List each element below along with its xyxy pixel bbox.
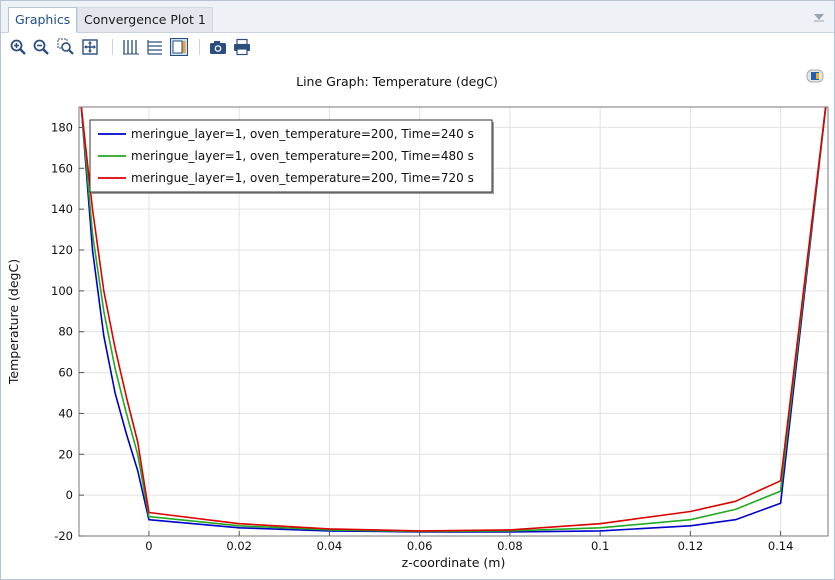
y-tick-label: 60: [58, 366, 73, 380]
y-axis-label: Temperature (degC): [6, 259, 21, 385]
y-tick-label: 180: [51, 120, 73, 134]
x-tick-label: 0.06: [407, 539, 433, 553]
tab-menu-chevron-icon[interactable]: [812, 11, 826, 23]
y-tick-label: 40: [58, 406, 73, 420]
toolbar-separator: [112, 39, 113, 55]
line-graph: Line Graph: Temperature (degC) 0 0.02 0.04…: [6, 69, 829, 570]
zoom-out-icon[interactable]: [32, 38, 50, 56]
y-tick-label: 120: [51, 243, 73, 257]
x-tick-label: 0.14: [768, 539, 794, 553]
y-tick-label: 80: [58, 325, 73, 339]
legend-entry: meringue_layer=1, oven_temperature=200, …: [131, 171, 474, 185]
camera-icon[interactable]: [209, 38, 227, 56]
zoom-in-icon[interactable]: [9, 38, 27, 56]
y-tick-label: -20: [54, 529, 73, 543]
zoom-box-icon[interactable]: [57, 38, 75, 56]
x-axis-label: z-coordinate (m): [402, 555, 506, 570]
print-icon[interactable]: [233, 38, 251, 56]
x-tick-label: 0.12: [678, 539, 704, 553]
legend: meringue_layer=1, oven_temperature=200, …: [89, 119, 494, 194]
grid-lines-icon[interactable]: [122, 38, 140, 56]
zoom-extents-icon[interactable]: [81, 38, 99, 56]
y-tick-label: 0: [66, 488, 73, 502]
tab-convergence-plot[interactable]: Convergence Plot 1: [77, 7, 213, 32]
y-tick-label: 160: [51, 161, 73, 175]
legend-entry: meringue_layer=1, oven_temperature=200, …: [131, 127, 474, 141]
x-tick-label: 0.02: [226, 539, 252, 553]
plot-settings-icon[interactable]: [806, 69, 824, 83]
chart-title: Line Graph: Temperature (degC): [296, 74, 498, 89]
tab-bar: Graphics Convergence Plot 1: [1, 1, 834, 33]
graphics-window: Graphics Convergence Plot 1 Line Graph: …: [0, 0, 835, 580]
x-tick-label: 0.1: [591, 539, 609, 553]
x-tick-label: 0.08: [497, 539, 523, 553]
toolbar-separator: [199, 39, 200, 55]
y-tick-label: 20: [58, 447, 73, 461]
y-tick-label: 140: [51, 202, 73, 216]
legend-entry: meringue_layer=1, oven_temperature=200, …: [131, 149, 474, 163]
graphics-toolbar: [1, 33, 834, 61]
x-tick-label: 0.04: [317, 539, 343, 553]
y-tick-label: 100: [51, 284, 73, 298]
grid-icon[interactable]: [146, 38, 164, 56]
x-tick-label: 0: [145, 539, 152, 553]
legend-toggle-icon[interactable]: [170, 38, 188, 56]
tab-graphics[interactable]: Graphics: [8, 7, 78, 33]
